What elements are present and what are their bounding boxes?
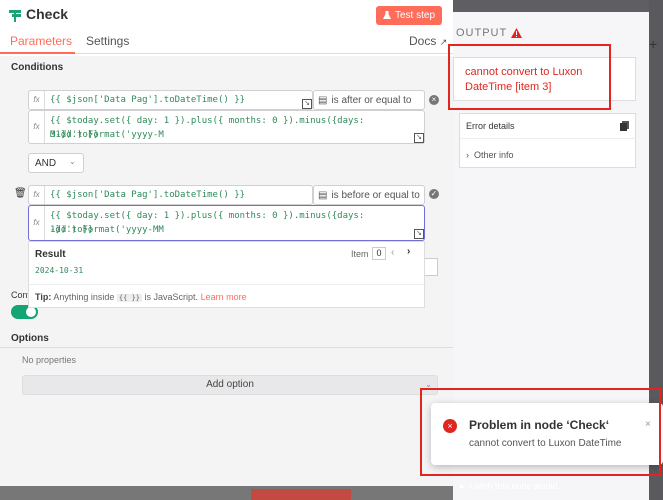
check-circle-icon[interactable]: ✓ [429, 189, 439, 199]
expand-editor-icon[interactable]: ↘ [414, 229, 424, 239]
combinator-select[interactable]: AND ⌄ [28, 153, 84, 173]
calendar-icon: ▤ [318, 95, 328, 106]
other-info-label: Other info [474, 150, 514, 160]
canvas-edge [0, 486, 453, 500]
conditions-label: Conditions [11, 62, 64, 73]
chevron-left-icon[interactable]: ‹ [391, 247, 394, 258]
chevron-right-icon[interactable]: › [407, 246, 410, 257]
expression-result-popover: Result Item 0 ‹ › 2024-10-31 Tip: Anythi… [28, 241, 426, 309]
external-link-icon: ↗ [439, 37, 448, 47]
if-node-icon [9, 10, 21, 22]
flask-icon [382, 11, 391, 19]
tip-text: Anything inside [53, 292, 115, 302]
fx-label: fx [29, 111, 45, 143]
condition-1-right-input[interactable]: fx {{ $today.set({ day: 1 }).plus({ mont… [28, 110, 425, 144]
feedback-hint-text: I wish this node would... [469, 481, 565, 491]
lightbulb-icon: ● [459, 481, 465, 491]
calendar-icon: ▤ [318, 190, 328, 201]
node-header: Check Test step [0, 0, 453, 30]
tab-settings[interactable]: Settings [86, 34, 129, 48]
condition-2-left-value: {{ $json['Data Pag'].toDateTime() }} [50, 190, 246, 200]
result-value: 2024-10-31 [35, 266, 84, 275]
fx-label: fx [29, 206, 45, 240]
condition-1-left-input[interactable]: fx {{ $json['Data Pag'].toDateTime() }} … [28, 90, 313, 110]
other-info-toggle[interactable]: › Other info [466, 150, 514, 160]
tab-parameters[interactable]: Parameters [10, 34, 72, 48]
error-details-label: Error details [466, 121, 515, 131]
trash-icon[interactable]: 🗑 [14, 188, 27, 199]
condition-1-left-value: {{ $json['Data Pag'].toDateTime() }} [50, 95, 246, 105]
result-label: Result [35, 249, 66, 260]
add-option-button[interactable]: Add option ⌄ [22, 375, 438, 395]
learn-more-link[interactable]: Learn more [201, 292, 247, 302]
operator-label: ▤ is after or equal to [318, 95, 412, 106]
divider [0, 347, 453, 348]
warning-icon [511, 28, 523, 38]
operator-label: ▤ is before or equal to [318, 190, 420, 201]
test-step-button[interactable]: Test step [376, 6, 442, 25]
condition-1-operator-select[interactable]: ▤ is after or equal to [313, 90, 425, 110]
add-option-label: Add option [206, 379, 254, 390]
condition-1-operator: is after or equal to [331, 95, 412, 106]
remove-condition-icon[interactable]: × [429, 95, 439, 105]
fx-label: fx [29, 91, 45, 109]
tip-prefix: Tip: [35, 292, 52, 302]
combinator-value: AND [35, 158, 57, 169]
condition-1-right-value-line2: M-dd') }} [50, 130, 99, 140]
condition-2-right-input[interactable]: fx {{ $today.set({ day: 1 }).plus({ mont… [28, 205, 425, 241]
copy-icon[interactable] [620, 121, 629, 131]
test-step-label: Test step [394, 10, 436, 21]
tip-row: Tip: Anything inside {{ }} is JavaScript… [29, 284, 426, 309]
condition-2-operator-select[interactable]: ▤ is before or equal to [313, 185, 425, 205]
tip-suffix: is JavaScript. [144, 292, 199, 302]
plus-icon[interactable]: + [649, 36, 657, 52]
output-title-text: OUTPUT [456, 27, 508, 39]
docs-label: Docs [409, 34, 437, 48]
chevron-right-icon: › [466, 150, 469, 160]
fx-label: fx [29, 186, 45, 204]
expand-editor-icon[interactable]: ↘ [414, 133, 424, 143]
divider [460, 138, 637, 139]
condition-2-right-value-line1: {{ $today.set({ day: 1 }).plus({ months:… [50, 211, 365, 235]
toast-highlight-box [420, 388, 661, 476]
tab-bar: Parameters Settings Docs ↗ [0, 30, 453, 54]
item-label: Item [351, 249, 369, 259]
chevron-down-icon: ⌄ [69, 157, 76, 166]
error-details-card: Error details › Other info [459, 113, 637, 168]
condition-2-left-input[interactable]: fx {{ $json['Data Pag'].toDateTime() }} [28, 185, 313, 205]
tip-code: {{ }} [116, 294, 142, 302]
options-label: Options [11, 333, 49, 344]
item-index-input[interactable]: 0 [372, 247, 386, 260]
expand-editor-icon[interactable]: ↘ [302, 99, 312, 109]
condition-2-operator: is before or equal to [331, 190, 420, 201]
hidden-field-edge [425, 258, 438, 276]
condition-1-right-value-line1: {{ $today.set({ day: 1 }).plus({ months:… [50, 116, 365, 140]
canvas-edge-accent [251, 489, 351, 500]
output-title: OUTPUT [456, 27, 523, 39]
error-highlight-box [448, 44, 611, 110]
docs-link[interactable]: Docs ↗ [409, 34, 447, 48]
node-title[interactable]: Check [26, 6, 68, 22]
active-tab-indicator [0, 52, 75, 54]
condition-2-right-value-line2: -dd') }} [50, 225, 94, 235]
no-properties-text: No properties [22, 355, 77, 365]
feedback-hint[interactable]: ● I wish this node would... [459, 481, 565, 491]
